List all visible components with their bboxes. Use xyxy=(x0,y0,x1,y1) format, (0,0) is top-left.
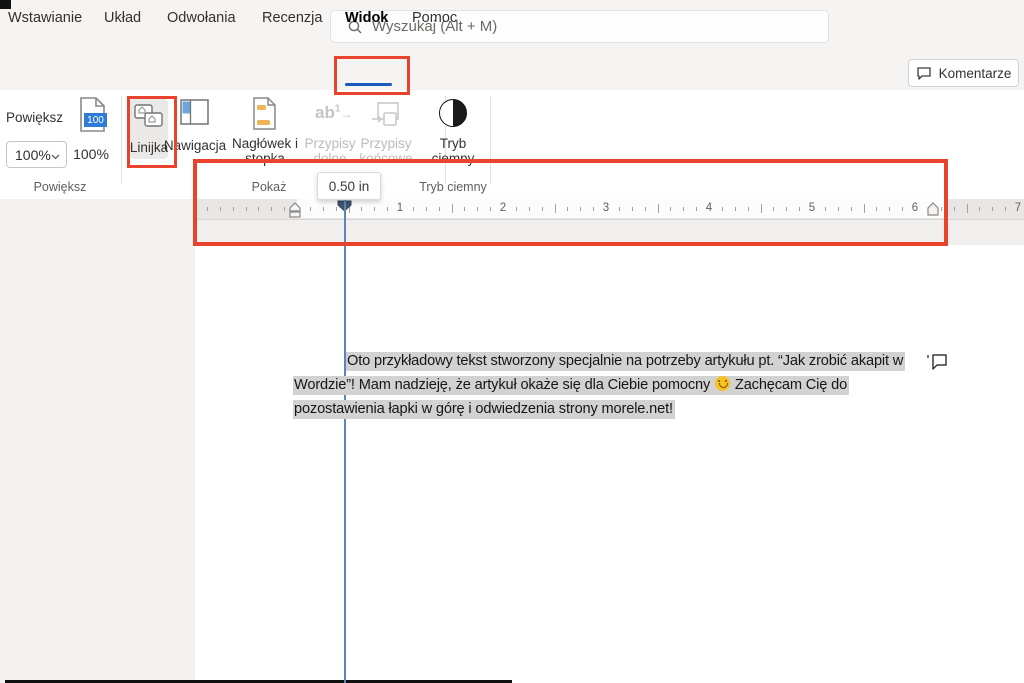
comment-anchor-icon[interactable] xyxy=(926,352,948,377)
zoom-dropdown-value: 100% xyxy=(15,147,51,163)
endnotes-icon xyxy=(370,101,400,134)
dark-mode-icon xyxy=(439,99,467,127)
group-label-powieksz: Powiększ xyxy=(0,180,120,194)
comments-button-label: Komentarze xyxy=(939,66,1012,81)
document-text-line-3[interactable]: pozostawienia łapki w górę i odwiedzenia… xyxy=(293,399,675,419)
annotation-box-widok xyxy=(334,56,410,95)
document-text-line-1[interactable]: Oto przykładowy tekst stworzony specjaln… xyxy=(346,351,905,371)
header-footer-icon xyxy=(251,97,278,135)
annotation-box-linijka xyxy=(127,96,177,168)
tab-recenzja[interactable]: Recenzja xyxy=(262,0,322,35)
ruler-tick xyxy=(1005,207,1006,211)
ruler-tick xyxy=(992,207,993,211)
navigation-icon xyxy=(180,99,210,131)
annotation-box-ruler xyxy=(193,159,948,246)
tab-uklad[interactable]: Układ xyxy=(104,0,141,35)
ribbon-tab-row xyxy=(0,55,1024,90)
comment-bubble-icon xyxy=(916,66,932,81)
comments-button[interactable]: Komentarze xyxy=(908,59,1019,87)
zoom-dropdown[interactable]: 100% xyxy=(6,141,67,168)
tab-pomoc[interactable]: Pomoc xyxy=(412,0,457,35)
group-separator xyxy=(121,96,122,184)
word-window: Wyszukaj (Alt + M) Wstawianie Układ Odwo… xyxy=(0,0,1024,683)
tab-odwolania[interactable]: Odwołania xyxy=(167,0,236,35)
workspace-background xyxy=(0,199,195,683)
zoom-100-label: 100% xyxy=(72,147,110,162)
footnotes-icon: ab1→ xyxy=(315,103,352,123)
smiley-emoji xyxy=(715,376,730,391)
indent-guide-line xyxy=(344,199,346,683)
chevron-down-icon xyxy=(51,147,60,163)
ruler-tick xyxy=(967,204,968,213)
zoom-100-badge: 100 xyxy=(84,113,107,127)
document-text-line-2[interactable]: Wordzie”! Mam nadzieję, że artykuł okaże… xyxy=(293,375,849,395)
indent-tooltip: 0.50 in xyxy=(317,172,381,200)
ruler-number: 7 xyxy=(1015,202,1021,214)
ruler-tick xyxy=(979,207,980,211)
zoom-100-button[interactable]: 100 100% xyxy=(72,97,110,167)
indent-tooltip-value: 0.50 in xyxy=(329,179,370,194)
tab-wstawianie[interactable]: Wstawianie xyxy=(8,0,82,35)
tab-widok[interactable]: Widok xyxy=(345,0,388,35)
document-page[interactable] xyxy=(195,245,1024,683)
ruler-tick xyxy=(954,207,955,211)
search-input[interactable]: Wyszukaj (Alt + M) xyxy=(330,10,829,43)
